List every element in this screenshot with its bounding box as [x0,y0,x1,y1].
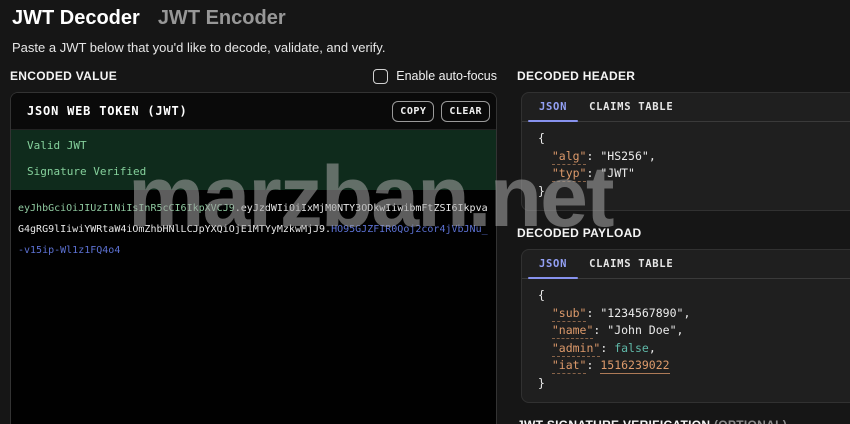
status-signature-verified: Signature Verified [27,165,480,178]
tab-claims-table[interactable]: CLAIMS TABLE [578,250,684,278]
json-boolean-value: false [614,341,649,355]
tab-jwt-encoder[interactable]: JWT Encoder [158,7,286,30]
decoded-payload-label-row: DECODED PAYLOAD [517,225,850,241]
decoded-column: DECODED HEADER JSONCLAIMS TABLE { "alg":… [517,68,850,424]
json-key: "name" [552,323,594,339]
decoded-header-label: DECODED HEADER [517,69,635,83]
signature-verification-title: JWT SIGNATURE VERIFICATION [517,418,710,424]
clear-button[interactable]: CLEAR [441,101,490,122]
autofocus-label: Enable auto-focus [396,69,497,83]
decoded-header-label-row: DECODED HEADER [517,68,850,84]
status-valid-jwt: Valid JWT [27,139,480,152]
json-string-value: "John Doe" [607,323,676,337]
token-card-title: JSON WEB TOKEN (JWT) [27,104,188,118]
encoded-column: ENCODED VALUE Enable auto-focus JSON WEB… [10,68,497,424]
jwt-token-card: JSON WEB TOKEN (JWT) COPY CLEAR Valid JW… [10,92,497,424]
decoded-payload-label: DECODED PAYLOAD [517,226,642,240]
page-title-tabs: JWT Decoder JWT Encoder [0,0,850,30]
tab-claims-table[interactable]: CLAIMS TABLE [578,93,684,121]
decoded-header-tabs: JSONCLAIMS TABLE [522,93,850,122]
signature-verification-label: JWT SIGNATURE VERIFICATION (OPTIONAL) [517,418,787,424]
token-header-segment: eyJhbGciOiJIUzI1NiIsInR5cCI6IkpXVCJ9 [18,203,235,214]
json-key: "sub" [552,306,587,322]
decoded-payload-tabs: JSONCLAIMS TABLE [522,250,850,279]
copy-button[interactable]: COPY [392,101,434,122]
json-number-value: 1516239022 [600,358,669,374]
json-string-value: "HS256" [600,149,648,163]
json-key: "iat" [552,358,587,374]
tab-json[interactable]: JSON [528,93,578,121]
page-subtitle: Paste a JWT below that you'd like to dec… [12,40,850,55]
json-key: "admin" [552,341,600,357]
jwt-decoder-page: JWT Decoder JWT Encoder Paste a JWT belo… [0,0,850,424]
token-status-banner: Valid JWT Signature Verified [11,130,496,190]
signature-verification-label-row: JWT SIGNATURE VERIFICATION (OPTIONAL) [517,417,850,424]
json-key: "typ" [552,166,587,182]
token-card-actions: COPY CLEAR [392,101,490,122]
tab-jwt-decoder[interactable]: JWT Decoder [12,7,140,30]
json-string-value: "JWT" [600,166,635,180]
token-card-header: JSON WEB TOKEN (JWT) COPY CLEAR [11,93,496,130]
jwt-token-input[interactable]: eyJhbGciOiJIUzI1NiIsInR5cCI6IkpXVCJ9.eyJ… [11,190,496,424]
encoded-label-row: ENCODED VALUE Enable auto-focus [10,68,497,84]
decoded-header-card: JSONCLAIMS TABLE { "alg": "HS256", "typ"… [521,92,850,211]
decoded-header-json: { "alg": "HS256", "typ": "JWT" } [522,122,850,210]
autofocus-group: Enable auto-focus [373,69,497,84]
decoded-payload-json: { "sub": "1234567890", "name": "John Doe… [522,279,850,402]
json-key: "alg" [552,149,587,165]
autofocus-checkbox[interactable] [373,69,388,84]
tab-json[interactable]: JSON [528,250,578,278]
decoded-payload-card: JSONCLAIMS TABLE { "sub": "1234567890", … [521,249,850,403]
json-string-value: "1234567890" [600,306,683,320]
encoded-value-label: ENCODED VALUE [10,69,117,83]
main-columns: ENCODED VALUE Enable auto-focus JSON WEB… [0,68,850,424]
